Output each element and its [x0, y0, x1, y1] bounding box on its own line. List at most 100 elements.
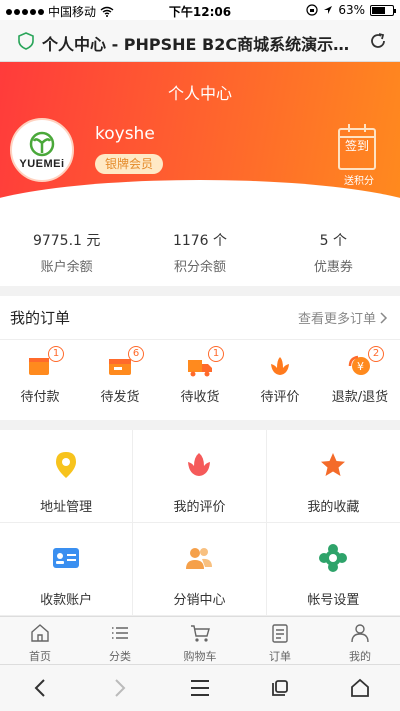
tulip-icon: [188, 453, 211, 476]
signin-label: 签到: [344, 139, 369, 153]
more-orders-label: 查看更多订单: [297, 312, 376, 327]
browser-address-bar[interactable]: 个人中心 - PHPSHE B2C商城系统演示站 - P...: [0, 20, 400, 62]
stat-label: 优惠券: [313, 260, 353, 275]
tab-label: 分类: [109, 650, 131, 663]
tab-home[interactable]: 首页: [0, 617, 80, 664]
grid-account-settings[interactable]: 帐号设置: [266, 523, 400, 616]
forward-button[interactable]: [106, 674, 134, 702]
flower-icon: [266, 354, 294, 378]
order-count-badge: 1: [48, 346, 64, 362]
account-stats: 9775.1 元 账户余额 1176 个 积分余额 5 个 优惠券: [0, 210, 400, 286]
function-grid: 地址管理 我的评价 我的收藏 收款账户 分销中心 帐号设置: [0, 430, 400, 616]
tab-label: 订单: [269, 650, 291, 663]
tabs-button[interactable]: [266, 674, 294, 702]
cart-icon: [191, 625, 210, 642]
more-orders-link[interactable]: 查看更多订单: [298, 308, 388, 327]
package-icon: 6: [106, 346, 144, 378]
tab-label: 首页: [29, 650, 51, 663]
home-button[interactable]: [346, 674, 374, 702]
orders-section: 我的订单 查看更多订单 1 待付款 6 待发货 1 待收货 待评价 ¥ 2 退款…: [0, 296, 400, 420]
stat-value: 9775.1 元: [32, 233, 101, 249]
battery-percent: 63%: [338, 3, 365, 17]
id-card-icon: [53, 548, 80, 568]
tabs-icon: [272, 680, 288, 696]
reload-icon[interactable]: [368, 31, 388, 51]
grid-label: 帐号设置: [307, 593, 360, 608]
orders-title: 我的订单: [10, 309, 71, 327]
stat-coupons[interactable]: 5 个 优惠券: [267, 210, 400, 286]
grid-address-management[interactable]: 地址管理: [0, 430, 134, 523]
order-item-label: 待收货: [180, 390, 220, 405]
stat-label: 账户余额: [40, 260, 93, 275]
signin-button[interactable]: 签到 送积分: [338, 124, 376, 187]
avatar[interactable]: YUEMEi: [10, 118, 74, 182]
order-count-badge: 6: [128, 346, 144, 362]
stat-value: 5 个: [319, 233, 347, 249]
tab-label: 我的: [349, 650, 371, 663]
truck-icon: 1: [186, 346, 224, 378]
status-right: 63%: [306, 3, 396, 17]
grid-label: 收款账户: [40, 593, 93, 608]
stat-balance[interactable]: 9775.1 元 账户余额: [0, 210, 133, 286]
order-item-label: 退款/退货: [331, 390, 389, 405]
refund-icon: ¥ 2: [346, 346, 384, 378]
order-item-label: 待付款: [20, 390, 60, 405]
yuemei-logo-icon: [29, 131, 55, 156]
grid-my-reviews[interactable]: 我的评价: [133, 430, 267, 523]
gear-flower-icon: [319, 544, 348, 572]
stat-value: 1176 个: [172, 233, 228, 249]
grid-label: 地址管理: [40, 500, 93, 515]
list-icon: [112, 627, 128, 639]
status-bar: 中国移动 下午12:06 63%: [0, 0, 400, 20]
order-item-label: 待发货: [100, 390, 140, 405]
tab-category[interactable]: 分类: [80, 617, 160, 664]
home-icon: [31, 624, 49, 642]
back-button[interactable]: [26, 674, 54, 702]
bottom-tab-bar: 首页 分类 购物车 订单 我的: [0, 616, 400, 664]
page-title[interactable]: 个人中心 - PHPSHE B2C商城系统演示站 - P...: [42, 31, 358, 55]
lock-rotation-icon: [306, 4, 318, 16]
chevron-right-icon: [380, 311, 388, 324]
star-icon: [321, 453, 346, 476]
order-pending-review[interactable]: 待评价: [240, 340, 320, 420]
tab-orders[interactable]: 订单: [240, 617, 320, 664]
order-pending-payment[interactable]: 1 待付款: [0, 340, 80, 420]
order-pending-shipment[interactable]: 6 待发货: [80, 340, 160, 420]
tab-cart[interactable]: 购物车: [160, 617, 240, 664]
grid-label: 我的评价: [173, 500, 226, 515]
calendar-icon: [340, 124, 374, 138]
location-arrow-icon: [324, 6, 333, 14]
order-icon: [272, 624, 288, 643]
order-status-row: 1 待付款 6 待发货 1 待收货 待评价 ¥ 2 退款/退货: [0, 340, 400, 420]
chevron-right-icon: [115, 679, 126, 697]
tab-label: 购物车: [183, 650, 217, 663]
stat-points[interactable]: 1176 个 积分余额: [133, 210, 266, 286]
shield-icon: [18, 32, 34, 50]
member-level-badge: 银牌会员: [95, 154, 164, 174]
browser-toolbar: [0, 664, 400, 711]
stat-label: 积分余额: [173, 260, 226, 275]
order-refund[interactable]: ¥ 2 退款/退货: [320, 340, 400, 420]
username: koyshe: [95, 124, 155, 144]
user-icon: [351, 624, 369, 643]
order-item-label: 待评价: [260, 390, 300, 405]
grid-distribution-center[interactable]: 分销中心: [133, 523, 267, 616]
tab-mine[interactable]: 我的: [320, 617, 400, 664]
order-count-badge: 1: [208, 346, 224, 362]
location-pin-icon: [56, 452, 77, 478]
chevron-left-icon: [34, 679, 45, 697]
grid-payment-account[interactable]: 收款账户: [0, 523, 134, 616]
avatar-logo-text: YUEMEi: [19, 157, 65, 170]
orders-header: 我的订单 查看更多订单: [0, 296, 400, 340]
wallet-icon: 1: [26, 346, 64, 378]
menu-button[interactable]: [186, 674, 214, 702]
battery-icon: [370, 4, 396, 16]
menu-icon: [191, 680, 209, 696]
order-pending-receipt[interactable]: 1 待收货: [160, 340, 240, 420]
grid-label: 我的收藏: [307, 500, 360, 515]
grid-label: 分销中心: [173, 593, 226, 608]
profile-header: 个人中心 YUEMEi koyshe 银牌会员 签到 送积分: [0, 62, 400, 210]
header-title: 个人中心: [167, 84, 232, 103]
order-count-badge: 2: [368, 346, 384, 362]
grid-my-favorites[interactable]: 我的收藏: [266, 430, 400, 523]
